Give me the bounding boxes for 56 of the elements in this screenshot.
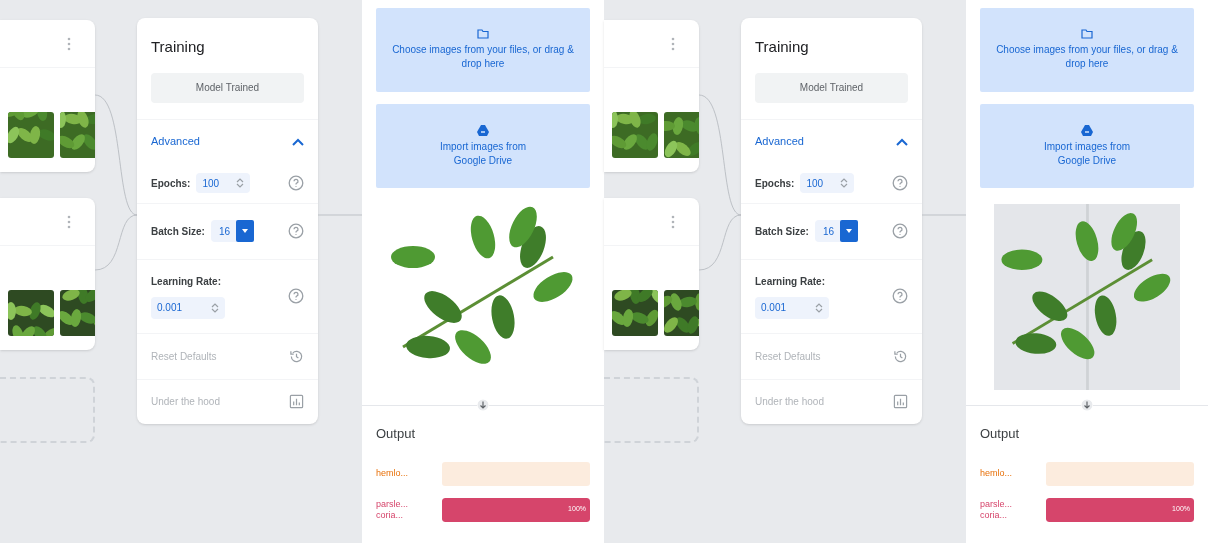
spinner-icon[interactable] (815, 301, 823, 314)
upload-files-button[interactable]: Choose images from your files, or drag & drop here (980, 8, 1194, 92)
epochs-field[interactable]: 100 (196, 173, 251, 193)
folder-icon (477, 29, 489, 39)
learning-rate-field[interactable]: 0.001 (755, 296, 829, 319)
class-label: hemlo... (980, 468, 1013, 479)
advanced-toggle[interactable]: Advanced (741, 119, 922, 164)
more-icon[interactable] (671, 36, 675, 51)
history-icon[interactable] (289, 348, 304, 364)
download-icon[interactable] (477, 399, 489, 411)
dropdown-icon (236, 220, 255, 242)
folder-icon (1081, 29, 1093, 39)
field-label: Batch Size: (755, 224, 809, 239)
model-trained-button[interactable]: Model Trained (151, 72, 304, 103)
class-label: parsle... coria... (980, 498, 1013, 521)
help-icon[interactable] (892, 288, 908, 304)
card-title: Training (755, 37, 810, 57)
epochs-field[interactable]: 100 (800, 173, 855, 193)
spinner-icon[interactable] (236, 177, 245, 189)
chart-icon[interactable] (893, 394, 908, 409)
help-icon[interactable] (288, 175, 304, 191)
drive-icon (477, 124, 489, 136)
drive-icon (1081, 124, 1093, 136)
more-icon[interactable] (671, 214, 675, 229)
chevron-icon (896, 137, 908, 146)
field-label: Batch Size: (151, 224, 205, 239)
card-title: Training (151, 37, 206, 57)
class-label: parsle... coria... (376, 498, 409, 521)
help-icon[interactable] (288, 288, 304, 304)
download-icon[interactable] (1081, 399, 1093, 411)
upload-files-button[interactable]: Choose images from your files, or drag & drop here (376, 8, 590, 92)
class-label: hemlo... (376, 468, 409, 479)
spinner-icon[interactable] (840, 177, 849, 189)
learning-rate-field[interactable]: 0.001 (151, 296, 225, 319)
output-title: Output (376, 425, 417, 443)
google-drive-button[interactable]: Import images from Google Drive (980, 104, 1194, 188)
google-drive-button[interactable]: Import images from Google Drive (376, 104, 590, 188)
more-icon[interactable] (67, 214, 71, 229)
advanced-toggle[interactable]: Advanced (137, 119, 318, 164)
chart-icon[interactable] (289, 394, 304, 409)
batch-size-select[interactable]: 16 (814, 220, 859, 242)
chevron-icon (292, 137, 304, 146)
output-title: Output (980, 425, 1021, 443)
more-icon[interactable] (67, 36, 71, 51)
help-icon[interactable] (288, 223, 304, 239)
dropdown-icon (840, 220, 859, 242)
help-icon[interactable] (892, 223, 908, 239)
batch-size-select[interactable]: 16 (210, 220, 255, 242)
history-icon[interactable] (893, 348, 908, 364)
spinner-icon[interactable] (211, 301, 219, 314)
help-icon[interactable] (892, 175, 908, 191)
field-label: Epochs: (151, 176, 191, 191)
field-label: Learning Rate: (755, 274, 826, 289)
field-label: Epochs: (755, 176, 795, 191)
field-label: Learning Rate: (151, 274, 222, 289)
model-trained-button[interactable]: Model Trained (755, 72, 908, 103)
